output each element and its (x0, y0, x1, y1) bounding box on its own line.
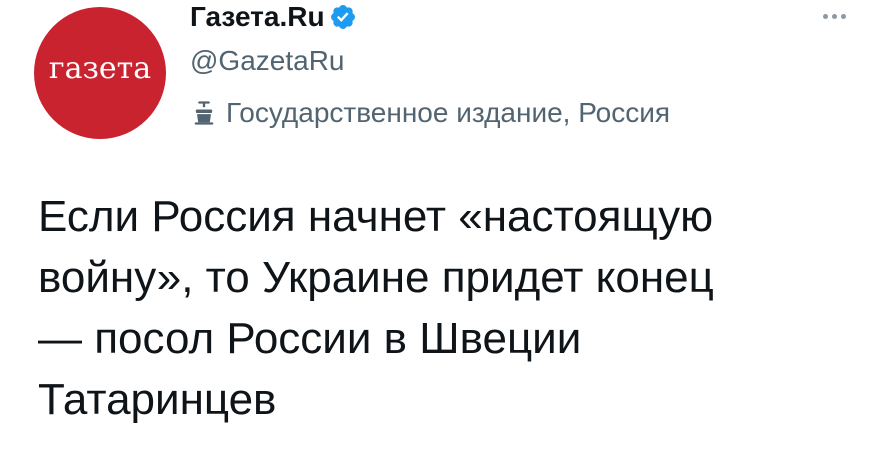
tweet-text-line: — посол России в Швеции (38, 314, 582, 363)
tweet-text: Если Россия начнет «настоящую войну», то… (38, 186, 858, 430)
name-row: Газета.Ru (190, 0, 357, 34)
tweet-text-line: войну», то Украине придет конец (38, 253, 714, 302)
more-options-icon (822, 13, 828, 19)
government-label-text: Государственное издание, Россия (226, 97, 671, 128)
more-options-button[interactable] (814, 4, 854, 28)
more-options-icon-dot (840, 13, 846, 19)
verified-badge-icon (329, 3, 357, 31)
tweet-text-line: Если Россия начнет «настоящую (38, 192, 714, 241)
account-handle[interactable]: @GazetaRu (190, 44, 345, 78)
avatar-logo-text: газета (48, 51, 152, 86)
government-podium-icon (190, 99, 218, 127)
tweet-text-line: Татаринцев (38, 375, 277, 424)
account-label[interactable]: Государственное издание, Россия (190, 96, 670, 130)
display-name[interactable]: Газета.Ru (190, 0, 325, 34)
more-options-icon-dot (831, 13, 837, 19)
tweet-card: газета Газета.Ru @GazetaRu Государственн… (0, 0, 894, 450)
tweet-header: Газета.Ru @GazetaRu Государственное изда… (190, 0, 670, 128)
avatar[interactable]: газета (34, 7, 166, 139)
